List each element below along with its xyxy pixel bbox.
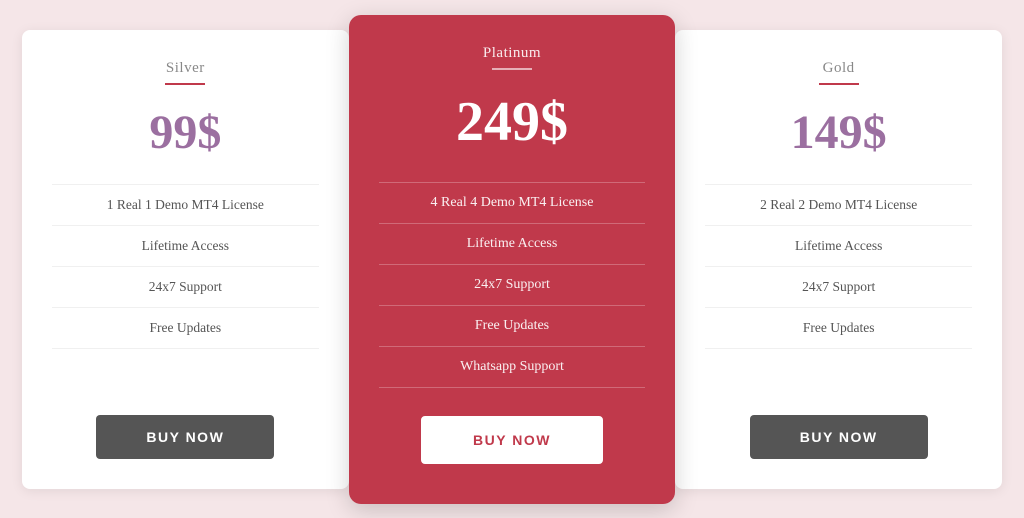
plan-name-gold: Gold — [823, 60, 855, 77]
feature-item-silver-3: Free Updates — [52, 308, 319, 349]
feature-item-silver-0: 1 Real 1 Demo MT4 License — [52, 184, 319, 226]
pricing-card-gold: Gold 149$ 2 Real 2 Demo MT4 LicenseLifetim… — [675, 30, 1002, 489]
pricing-container: Silver99$1 Real 1 Demo MT4 LicenseLifeti… — [22, 30, 1002, 489]
feature-item-silver-1: Lifetime Access — [52, 226, 319, 267]
plan-name-platinum: Platinum — [483, 45, 541, 62]
plan-price-platinum: 249$ — [456, 90, 568, 154]
feature-item-platinum-2: 24x7 Support — [379, 265, 646, 306]
plan-name-silver: Silver — [166, 60, 205, 77]
plan-name-underline-silver — [165, 83, 205, 85]
features-list-silver: 1 Real 1 Demo MT4 LicenseLifetime Access… — [52, 184, 319, 387]
feature-item-platinum-3: Free Updates — [379, 306, 646, 347]
plan-price-silver: 99$ — [149, 105, 221, 160]
features-list-platinum: 4 Real 4 Demo MT4 LicenseLifetime Access… — [379, 182, 646, 388]
buy-button-platinum[interactable]: BUY NOW — [421, 416, 603, 464]
feature-item-platinum-4: Whatsapp Support — [379, 347, 646, 388]
feature-item-gold-2: 24x7 Support — [705, 267, 972, 308]
buy-button-silver[interactable]: BUY NOW — [96, 415, 274, 459]
features-list-gold: 2 Real 2 Demo MT4 LicenseLifetime Access… — [705, 184, 972, 387]
buy-button-gold[interactable]: BUY NOW — [750, 415, 928, 459]
pricing-card-silver: Silver 99$ 1 Real 1 Demo MT4 LicenseLifeti… — [22, 30, 349, 489]
plan-price-gold: 149$ — [791, 105, 887, 160]
feature-item-gold-1: Lifetime Access — [705, 226, 972, 267]
plan-name-underline-gold — [819, 83, 859, 85]
plan-name-underline-platinum — [492, 68, 532, 70]
feature-item-gold-0: 2 Real 2 Demo MT4 License — [705, 184, 972, 226]
feature-item-silver-2: 24x7 Support — [52, 267, 319, 308]
pricing-card-platinum: Platinum 249$ 4 Real 4 Demo MT4 LicenseLif… — [349, 15, 676, 504]
feature-item-platinum-0: 4 Real 4 Demo MT4 License — [379, 182, 646, 224]
feature-item-platinum-1: Lifetime Access — [379, 224, 646, 265]
feature-item-gold-3: Free Updates — [705, 308, 972, 349]
